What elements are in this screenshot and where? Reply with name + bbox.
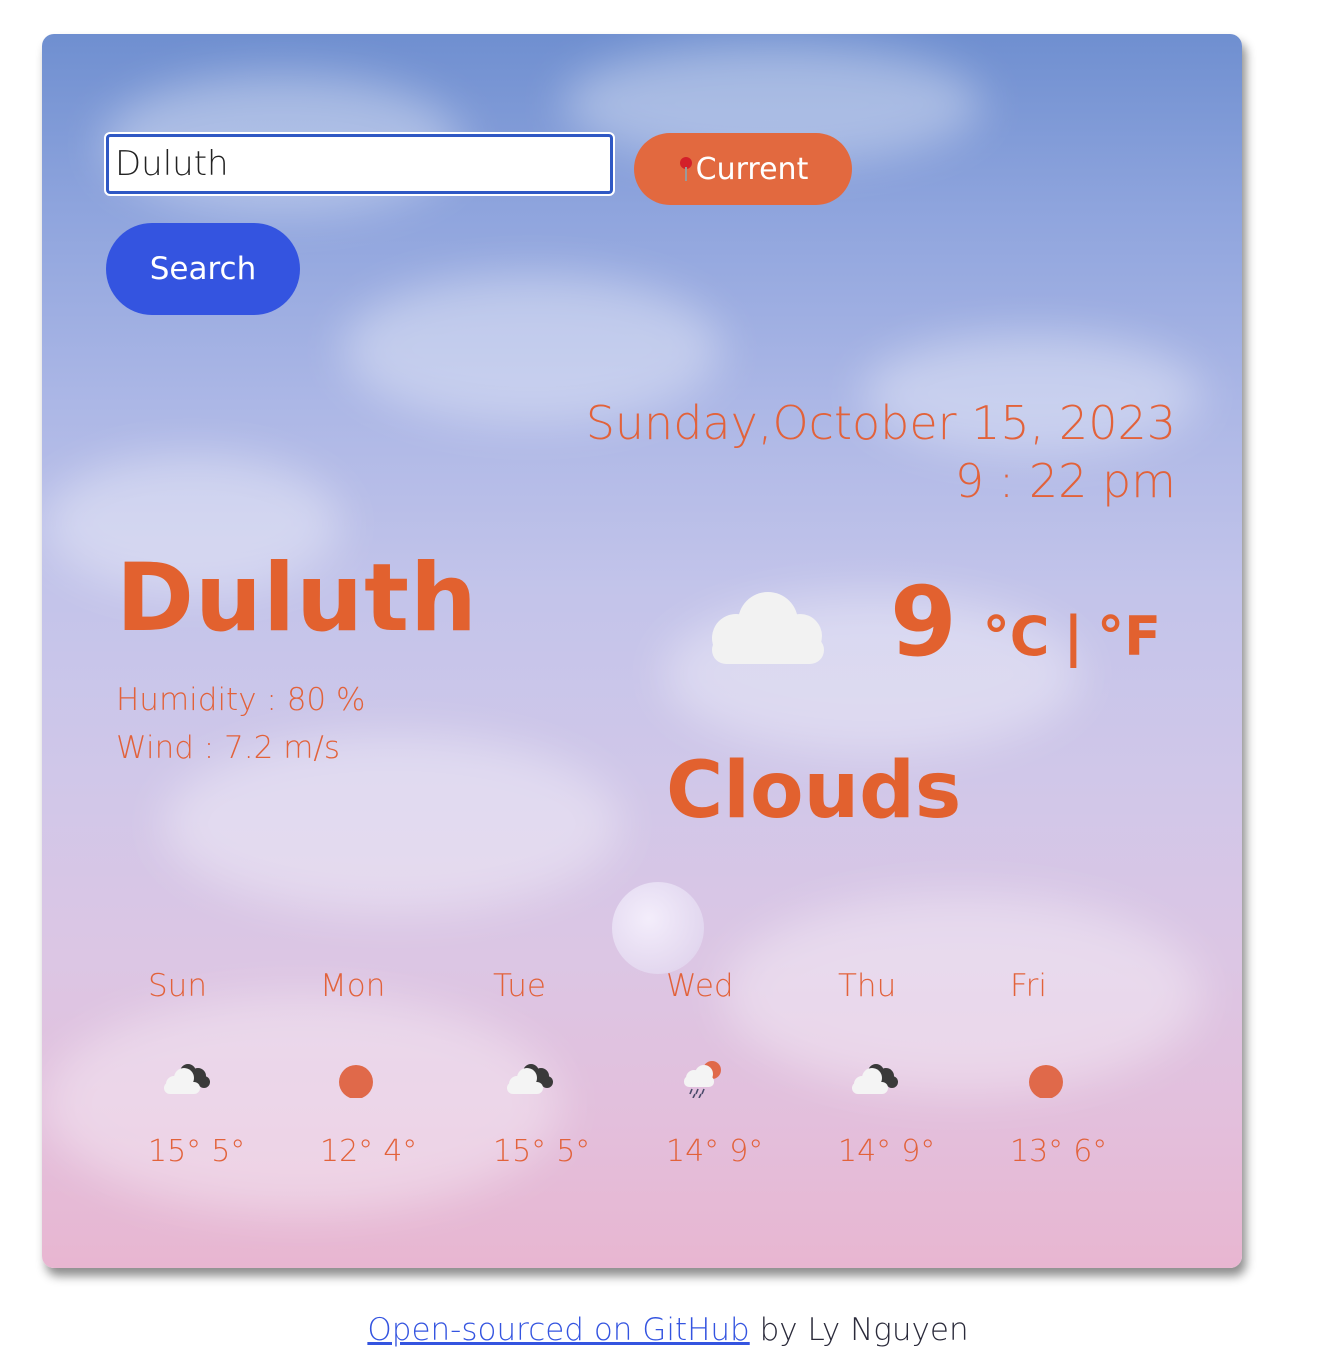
temperature-value: 9 bbox=[890, 566, 957, 678]
forecast-day-name: Fri bbox=[1010, 968, 1047, 1004]
search-button[interactable]: Search bbox=[106, 223, 300, 315]
forecast-high: 15° bbox=[493, 1134, 547, 1169]
forecast-high: 14° bbox=[838, 1134, 892, 1169]
forecast-low: 9° bbox=[901, 1134, 936, 1169]
sun-icon bbox=[339, 1065, 373, 1098]
cloud-icon bbox=[712, 592, 824, 664]
rain-icon bbox=[684, 1061, 721, 1098]
forecast-low: 5° bbox=[556, 1134, 591, 1169]
github-link[interactable]: Open-sourced on GitHub bbox=[367, 1312, 749, 1348]
forecast-high: 12° bbox=[320, 1134, 374, 1169]
forecast-day-name: Mon bbox=[320, 968, 386, 1004]
forecast-low: 5° bbox=[211, 1134, 246, 1169]
page-footer: Open-sourced on GitHub by Ly Nguyen bbox=[0, 1312, 1336, 1348]
forecast-high: 13° bbox=[1010, 1134, 1064, 1169]
background-cloud bbox=[722, 894, 1202, 1094]
forecast-high: 14° bbox=[666, 1134, 720, 1169]
weather-app-card: Current Search Sunday,October 15, 2023 9… bbox=[42, 34, 1242, 1268]
author-credit: by Ly Nguyen bbox=[749, 1312, 969, 1348]
time-text: 9 : 22 pm bbox=[954, 454, 1176, 508]
cloud-dark-icon bbox=[164, 1064, 210, 1094]
search-input[interactable] bbox=[104, 132, 615, 196]
weather-condition: Clouds bbox=[666, 746, 962, 836]
forecast-low: 9° bbox=[729, 1134, 764, 1169]
wind-text: Wind : 7.2 m/s bbox=[116, 730, 341, 766]
forecast-temps: 15° 5° bbox=[493, 1134, 590, 1169]
fahrenheit-toggle[interactable]: °F bbox=[1097, 605, 1161, 668]
cloud-dark-icon bbox=[852, 1064, 898, 1094]
moon-background bbox=[612, 882, 704, 974]
forecast-low: 6° bbox=[1073, 1134, 1108, 1169]
temperature-block: 9 °C | °F bbox=[890, 566, 1161, 678]
forecast-temps: 14° 9° bbox=[666, 1134, 763, 1169]
forecast-temps: 14° 9° bbox=[838, 1134, 935, 1169]
forecast-day-name: Thu bbox=[838, 968, 897, 1004]
cloud-dark-icon bbox=[507, 1064, 553, 1094]
current-location-button[interactable]: Current bbox=[634, 133, 852, 205]
humidity-text: Humidity : 80 % bbox=[116, 682, 366, 718]
pin-icon bbox=[678, 155, 694, 183]
forecast-day-name: Tue bbox=[493, 968, 546, 1004]
date-text: Sunday,October 15, 2023 bbox=[585, 396, 1176, 450]
forecast-low: 4° bbox=[383, 1134, 418, 1169]
date-time-block: Sunday,October 15, 2023 9 : 22 pm bbox=[586, 394, 1176, 510]
background-cloud bbox=[42, 994, 562, 1214]
forecast-temps: 15° 5° bbox=[148, 1134, 245, 1169]
celsius-toggle[interactable]: °C bbox=[983, 605, 1050, 668]
forecast-temps: 12° 4° bbox=[320, 1134, 417, 1169]
forecast-high: 15° bbox=[148, 1134, 202, 1169]
forecast-day-name: Wed bbox=[666, 968, 734, 1004]
city-name: Duluth bbox=[116, 544, 478, 653]
forecast-day-name: Sun bbox=[148, 968, 207, 1004]
unit-separator: | bbox=[1063, 605, 1084, 668]
forecast-temps: 13° 6° bbox=[1010, 1134, 1107, 1169]
sun-icon bbox=[1029, 1065, 1063, 1098]
current-location-label: Current bbox=[695, 151, 809, 187]
